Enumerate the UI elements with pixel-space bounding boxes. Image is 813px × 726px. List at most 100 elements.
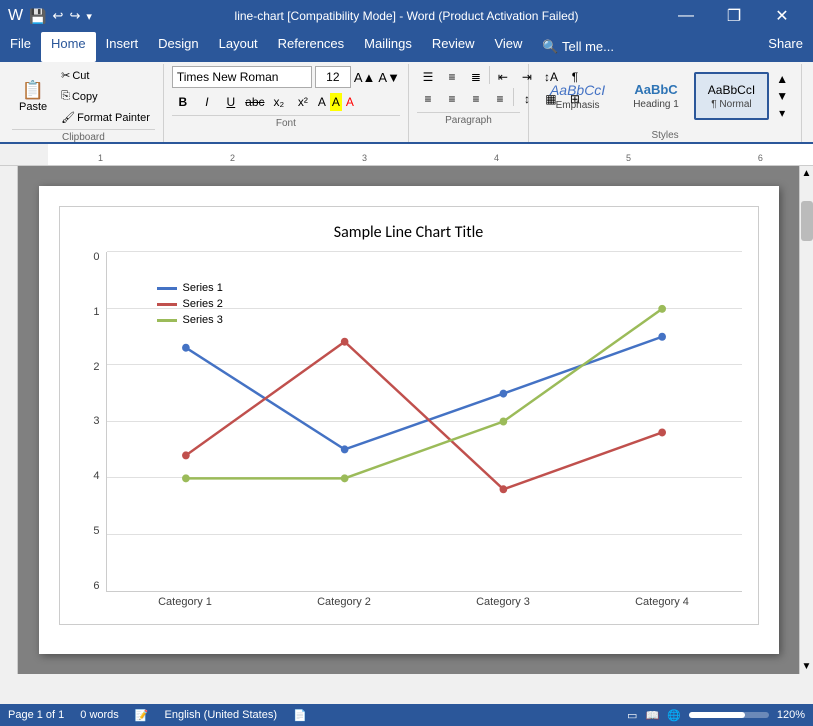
s3p1 [182, 474, 190, 482]
font-group: Times New Roman 12 A▲ A▼ B I U abc x₂ x²… [164, 64, 409, 142]
view-normal-icon[interactable]: ▭ [627, 709, 637, 722]
restore-button[interactable]: ❐ [711, 0, 757, 32]
decrease-indent-button[interactable]: ⇤ [492, 66, 514, 88]
scrollbar-thumb[interactable] [801, 201, 813, 241]
strikethrough-button[interactable]: abc [244, 91, 266, 113]
style-normal[interactable]: AaBbCcI ¶ Normal [694, 72, 769, 120]
font-size-selector[interactable]: 12 [315, 66, 351, 88]
paragraph-label: Paragraph [417, 112, 520, 126]
menu-tell-me[interactable]: 🔍 Tell me... [532, 32, 624, 62]
bullets-button[interactable]: ☰ [417, 66, 439, 88]
cut-button[interactable]: ✂ Cut [56, 66, 155, 85]
menu-home[interactable]: Home [41, 32, 96, 62]
menu-view[interactable]: View [484, 32, 532, 62]
para-divider [489, 66, 490, 84]
word-count: 0 words [80, 709, 119, 721]
menu-design[interactable]: Design [148, 32, 208, 62]
heading-preview: AaBbC [634, 82, 677, 97]
style-heading1[interactable]: AaBbC Heading 1 [620, 72, 692, 120]
numbering-button[interactable]: ≡ [441, 66, 463, 88]
legend-series1: Series 1 [157, 282, 223, 294]
menu-layout[interactable]: Layout [209, 32, 268, 62]
normal-preview: AaBbCcI [708, 83, 755, 97]
superscript-button[interactable]: x² [292, 91, 314, 113]
zoom-bar[interactable] [689, 712, 769, 718]
close-button[interactable]: ✕ [759, 0, 805, 32]
paragraph-group: ☰ ≡ ≣ ⇤ ⇥ ↕A ¶ ≡ ≡ ≡ ≡ ↕ ▦ ⊞ Paragraph [409, 64, 529, 142]
menu-file[interactable]: File [0, 32, 41, 62]
menu-mailings[interactable]: Mailings [354, 32, 422, 62]
vertical-scrollbar[interactable]: ▲ ▼ [799, 166, 813, 674]
bold-button[interactable]: B [172, 91, 194, 113]
customize-icon[interactable]: ▾ [86, 10, 92, 23]
s2p4 [658, 428, 666, 436]
italic-button[interactable]: I [196, 91, 218, 113]
align-right-button[interactable]: ≡ [465, 88, 487, 110]
decrease-font-icon[interactable]: A▼ [378, 70, 400, 85]
track-changes-icon: 📄 [293, 709, 307, 722]
copy-icon: ⎘ [61, 90, 70, 103]
chart-legend: Series 1 Series 2 Series 3 [157, 282, 223, 330]
subscript-button[interactable]: x₂ [268, 91, 290, 113]
font-name-selector[interactable]: Times New Roman [172, 66, 312, 88]
legend-label2: Series 2 [183, 298, 223, 310]
ruler-corner [30, 144, 48, 165]
font-label: Font [172, 115, 400, 129]
styles-up-button[interactable]: ▲ [771, 70, 793, 87]
emphasis-label: Emphasis [556, 100, 600, 111]
font-row1: Times New Roman 12 A▲ A▼ [172, 66, 400, 88]
multilevel-button[interactable]: ≣ [465, 66, 487, 88]
save-icon[interactable]: 💾 [29, 8, 46, 25]
ribbon: File Home Insert Design Layout Reference… [0, 32, 813, 144]
styles-more-button[interactable]: ▾ [771, 105, 793, 122]
heading-label: Heading 1 [633, 99, 679, 110]
paste-button[interactable]: 📋 Paste [12, 75, 54, 118]
xlabel-3: Category 3 [476, 596, 530, 608]
view-reading-icon[interactable]: 📖 [645, 709, 659, 722]
underline-button[interactable]: U [220, 91, 242, 113]
highlight-button[interactable]: A [330, 93, 342, 111]
menu-share[interactable]: Share [758, 32, 813, 62]
menu-review[interactable]: Review [422, 32, 485, 62]
increase-font-icon[interactable]: A▲ [354, 70, 376, 85]
emphasis-preview: AaBbCcI [550, 82, 605, 98]
align-center-button[interactable]: ≡ [441, 88, 463, 110]
document-area: Sample Line Chart Title 6 5 4 3 2 1 0 [0, 166, 813, 674]
zoom-level: 120% [777, 709, 805, 721]
copy-button[interactable]: ⎘ Copy [56, 87, 155, 106]
ruler-marks: 1 2 3 4 5 6 [98, 153, 763, 163]
font-color-button[interactable]: A [344, 93, 356, 111]
title-bar-left: W 💾 ↩ ↪ ▾ [8, 7, 92, 25]
y-axis: 6 5 4 3 2 1 0 [76, 252, 106, 592]
scroll-down-button[interactable]: ▼ [800, 659, 813, 674]
paste-icon: 📋 [22, 80, 44, 101]
format-painter-icon: 🖌 [61, 111, 75, 124]
title-bar: W 💾 ↩ ↪ ▾ line-chart [Compatibility Mode… [0, 0, 813, 32]
page-info: Page 1 of 1 [8, 709, 64, 721]
redo-icon[interactable]: ↪ [69, 8, 80, 24]
style-emphasis[interactable]: AaBbCcI Emphasis [537, 72, 618, 120]
series1-line [185, 337, 661, 450]
clipboard-sub: ✂ Cut ⎘ Copy 🖌 Format Painter [56, 66, 155, 127]
font-row2: B I U abc x₂ x² A A A [172, 91, 356, 113]
document-scroll[interactable]: Sample Line Chart Title 6 5 4 3 2 1 0 [18, 166, 799, 674]
legend-line2 [157, 303, 177, 306]
paste-label: Paste [19, 101, 47, 113]
normal-label: ¶ Normal [711, 99, 751, 110]
menu-references[interactable]: References [268, 32, 354, 62]
scroll-up-button[interactable]: ▲ [800, 166, 813, 181]
minimize-button[interactable]: — [663, 0, 709, 32]
undo-icon[interactable]: ↩ [53, 8, 64, 24]
view-web-icon[interactable]: 🌐 [667, 709, 681, 722]
justify-button[interactable]: ≡ [489, 88, 511, 110]
s3p4 [658, 305, 666, 313]
clipboard-label: Clipboard [12, 129, 155, 143]
xlabel-2: Category 2 [317, 596, 371, 608]
menu-insert[interactable]: Insert [96, 32, 149, 62]
legend-line1 [157, 287, 177, 290]
align-left-button[interactable]: ≡ [417, 88, 439, 110]
clipboard-row: 📋 Paste ✂ Cut ⎘ Copy 🖌 Format Painter [12, 66, 155, 127]
text-effects-button[interactable]: A [316, 93, 328, 111]
styles-down-button[interactable]: ▼ [771, 87, 793, 104]
format-painter-button[interactable]: 🖌 Format Painter [56, 108, 155, 127]
